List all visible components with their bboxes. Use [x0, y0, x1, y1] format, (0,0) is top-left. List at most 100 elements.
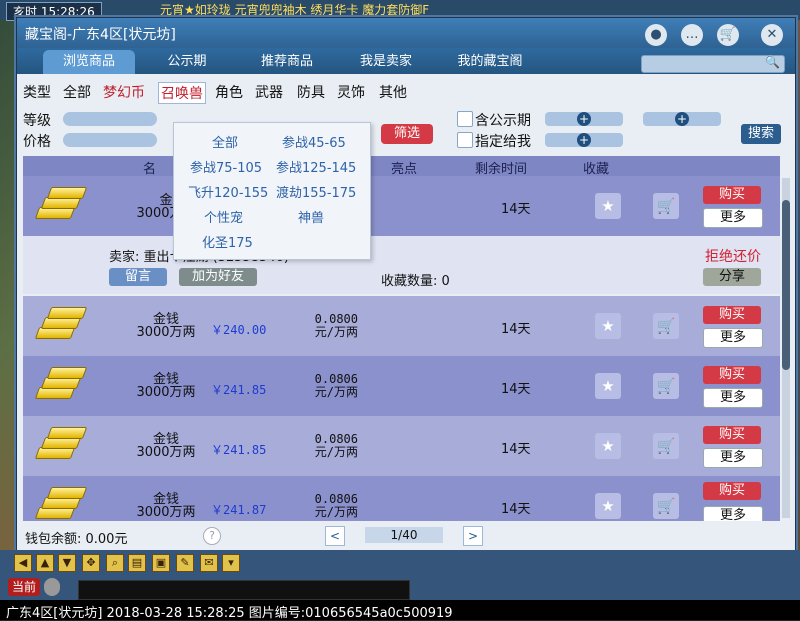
arrow-left-icon[interactable]: ◀ — [14, 554, 32, 572]
refuse-bargain: 拒绝还价 — [705, 249, 761, 265]
category-weapon[interactable]: 武器 — [255, 82, 283, 102]
brush-icon[interactable]: ✎ — [176, 554, 194, 572]
add-icon[interactable]: + — [577, 133, 591, 147]
attribute-selector-3[interactable]: + — [643, 112, 721, 126]
dropdown-item[interactable]: 参战45-65 — [282, 132, 346, 151]
add-icon[interactable]: + — [577, 112, 591, 126]
help-icon[interactable]: ? — [203, 527, 221, 545]
table-row: 金 3000万两 14天 ★ 🛒 购买 更多 — [23, 176, 780, 236]
star-icon[interactable]: ★ — [595, 433, 621, 459]
item-amount: 3000万两 — [136, 445, 196, 460]
chat-bubble-icon[interactable]: ✉ — [200, 554, 218, 572]
unit-price-unit: 元/万两 — [314, 325, 358, 339]
dropdown-item[interactable]: 参战125-145 — [276, 157, 356, 176]
unit-price: 0.0806 元/万两 — [298, 373, 358, 399]
item-price: ￥241.87 — [211, 503, 267, 517]
gold-ingot-icon — [33, 307, 88, 343]
dropdown-item[interactable]: 全部 — [212, 132, 238, 151]
cart-icon[interactable]: 🛒 — [653, 313, 679, 339]
more-button[interactable]: 更多 — [703, 388, 763, 408]
dropdown-item[interactable]: 渡劫155-175 — [276, 182, 356, 201]
cart-icon[interactable]: 🛒 — [717, 24, 739, 46]
tab-public[interactable]: 公示期 — [147, 50, 227, 74]
pet-category-dropdown: 全部 参战45-65 参战75-105 参战125-145 飞升120-155 … — [173, 122, 371, 260]
cart-icon[interactable]: 🛒 — [653, 433, 679, 459]
lock-icon[interactable]: ▣ — [152, 554, 170, 572]
window-footer: 钱包余额: 0.00元 ? < 1/40 > — [17, 521, 795, 551]
buy-button[interactable]: 购买 — [703, 306, 761, 324]
item-name: 金钱 3000万两 — [131, 493, 201, 519]
microphone-icon[interactable] — [44, 578, 60, 596]
buy-button[interactable]: 购买 — [703, 366, 761, 384]
unit-price-unit: 元/万两 — [314, 505, 358, 519]
tab-recommended[interactable]: 推荐商品 — [243, 50, 331, 74]
message-button[interactable]: 留言 — [109, 268, 167, 286]
more-button[interactable]: 更多 — [703, 328, 763, 348]
more-button[interactable]: 更多 — [703, 208, 763, 228]
chat-icon[interactable]: … — [681, 24, 703, 46]
chat-input[interactable] — [78, 580, 410, 600]
buy-button[interactable]: 购买 — [703, 426, 761, 444]
document-icon[interactable]: ▤ — [128, 554, 146, 572]
close-icon[interactable]: ✕ — [761, 24, 783, 46]
tab-my-pavilion[interactable]: 我的藏宝阁 — [441, 50, 539, 74]
search-icon[interactable]: 🔍 — [765, 55, 780, 69]
unit-price-unit: 元/万两 — [314, 385, 358, 399]
category-other[interactable]: 其他 — [379, 82, 407, 102]
add-icon[interactable]: + — [675, 112, 689, 126]
add-friend-button[interactable]: 加为好友 — [179, 268, 257, 286]
channel-selector[interactable]: 当前 — [8, 578, 40, 596]
star-icon[interactable]: ★ — [595, 493, 621, 519]
cart-icon[interactable]: 🛒 — [653, 373, 679, 399]
public-checkbox[interactable] — [457, 111, 473, 127]
header-favorite: 收藏 — [583, 162, 610, 177]
gold-ingot-icon — [33, 427, 88, 463]
star-icon[interactable]: ★ — [595, 373, 621, 399]
dropdown-item[interactable]: 飞升120-155 — [188, 182, 268, 201]
tab-seller[interactable]: 我是卖家 — [343, 50, 429, 74]
cart-icon[interactable]: 🛒 — [653, 193, 679, 219]
move-icon[interactable]: ✥ — [82, 554, 100, 572]
table-scrollbar[interactable] — [782, 178, 790, 518]
next-page-button[interactable]: > — [463, 526, 483, 546]
record-icon[interactable]: ● — [645, 24, 667, 46]
more-button[interactable]: 更多 — [703, 448, 763, 468]
zoom-icon[interactable]: ⌕ — [106, 554, 124, 572]
assign-checkbox[interactable] — [457, 132, 473, 148]
star-icon[interactable]: ★ — [595, 313, 621, 339]
header-highlight: 亮点 — [391, 162, 418, 177]
level-range-slider[interactable] — [63, 112, 157, 126]
dropdown-item[interactable]: 化圣175 — [202, 232, 253, 251]
category-pets[interactable]: 召唤兽 — [158, 82, 206, 104]
category-bar: 类型 全部 梦幻币 召唤兽 角色 武器 防具 灵饰 其他 — [17, 78, 795, 104]
buy-button[interactable]: 购买 — [703, 482, 761, 500]
item-price: ￥241.85 — [211, 383, 267, 397]
search-button[interactable]: 搜索 — [741, 124, 781, 144]
category-role[interactable]: 角色 — [215, 82, 243, 102]
share-button[interactable]: 分享 — [703, 268, 761, 286]
category-currency[interactable]: 梦幻币 — [103, 82, 145, 102]
prev-page-button[interactable]: < — [325, 526, 345, 546]
dropdown-item[interactable]: 个性宠 — [204, 207, 243, 226]
star-icon[interactable]: ★ — [595, 193, 621, 219]
price-range-slider[interactable] — [63, 133, 157, 147]
arrow-down-icon[interactable]: ▼ — [58, 554, 76, 572]
menu-down-icon[interactable]: ▾ — [222, 554, 240, 572]
search-input[interactable]: 🔍 — [641, 55, 785, 73]
attribute-selector-1[interactable]: + — [545, 112, 623, 126]
dropdown-item[interactable]: 参战75-105 — [190, 157, 262, 176]
scroll-thumb[interactable] — [782, 200, 790, 370]
category-armor[interactable]: 防具 — [297, 82, 325, 102]
category-accessory[interactable]: 灵饰 — [337, 82, 365, 102]
favorite-count: 收藏数量: 0 — [381, 274, 450, 289]
dropdown-item[interactable]: 神兽 — [298, 207, 324, 226]
arrow-up-icon[interactable]: ▲ — [36, 554, 54, 572]
cart-icon[interactable]: 🛒 — [653, 493, 679, 519]
filter-button[interactable]: 筛选 — [381, 124, 433, 144]
category-all[interactable]: 全部 — [63, 82, 91, 102]
item-name: 金钱 3000万两 — [131, 433, 201, 459]
more-button[interactable]: 更多 — [703, 506, 763, 521]
tab-browse[interactable]: 浏览商品 — [43, 50, 135, 74]
buy-button[interactable]: 购买 — [703, 186, 761, 204]
attribute-selector-2[interactable]: + — [545, 133, 623, 147]
